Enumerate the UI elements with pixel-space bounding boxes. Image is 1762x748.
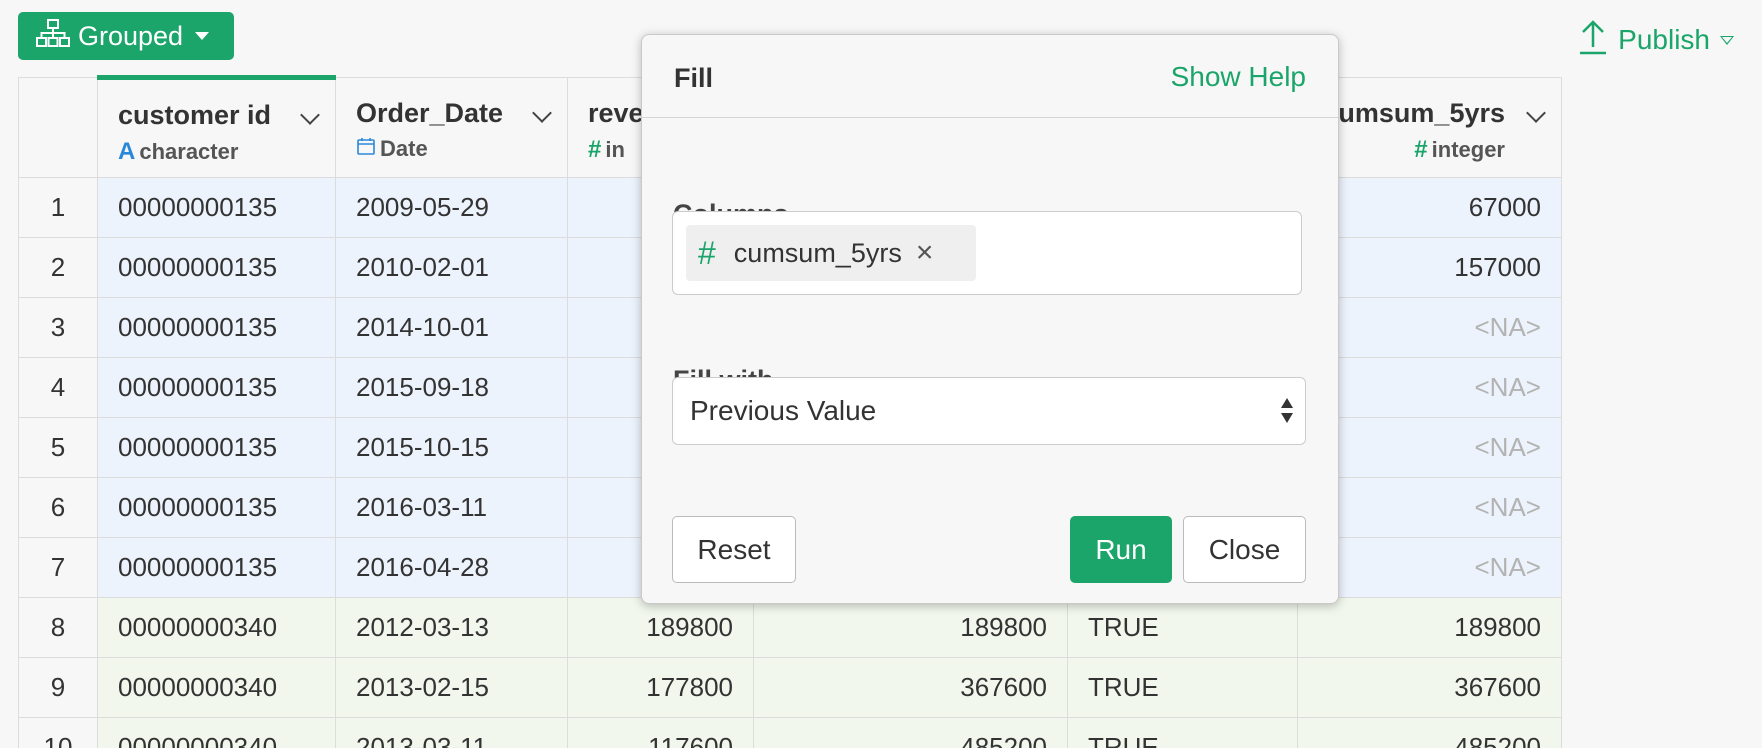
reset-button[interactable]: Reset [672, 516, 796, 583]
column-type-label: in [605, 137, 625, 162]
columns-select[interactable]: # cumsum_5yrs × [672, 211, 1302, 295]
cell-order-date: 2013-03-11 [335, 717, 568, 748]
cell-flag: TRUE [1067, 717, 1298, 748]
integer-type-icon: # [1414, 136, 1428, 163]
column-name: umsum_5yrs [1338, 98, 1505, 128]
grouped-label: Grouped [78, 20, 184, 51]
dialog-divider [642, 117, 1338, 118]
cell-order-date: 2016-04-28 [335, 537, 568, 598]
caret-down-icon [195, 32, 210, 40]
table-row: 10 00000000340 2013-03-11 117600 485200 TRUE 4… [18, 717, 1562, 748]
cell-flag: TRUE [1067, 657, 1298, 718]
row-number: 3 [18, 297, 98, 358]
select-arrows-icon [1281, 398, 1293, 426]
fill-with-select[interactable]: Previous Value [672, 377, 1306, 445]
chevron-down-icon[interactable] [300, 105, 320, 125]
row-number: 10 [18, 717, 98, 748]
caret-down-outline-icon [1720, 35, 1734, 45]
cell-customer-id: 00000000135 [97, 297, 336, 358]
selected-column-name: cumsum_5yrs [733, 237, 902, 268]
cell-customer-id: 00000000135 [97, 357, 336, 418]
column-type: # integer [1414, 136, 1505, 164]
cell-cumsum-5yrs: 189800 [1297, 597, 1562, 658]
selected-column-chip: # cumsum_5yrs × [686, 225, 976, 281]
grouped-button[interactable]: Grouped [18, 12, 234, 60]
cell-cumsum: 367600 [753, 657, 1068, 718]
dialog-title: Fill [674, 63, 713, 93]
cell-customer-id: 00000000135 [97, 177, 336, 238]
close-button[interactable]: Close [1183, 516, 1306, 583]
cell-customer-id: 00000000135 [97, 477, 336, 538]
column-name: reve [588, 98, 644, 128]
column-type-label: character [139, 139, 239, 164]
cell-revenue: 177800 [567, 657, 754, 718]
cell-order-date: 2013-02-15 [335, 657, 568, 718]
cell-order-date: 2015-10-15 [335, 417, 568, 478]
calendar-icon [356, 136, 376, 162]
cell-order-date: 2012-03-13 [335, 597, 568, 658]
cell-order-date: 2014-10-01 [335, 297, 568, 358]
table-row: 8 00000000340 2012-03-13 189800 189800 TRUE 18… [18, 597, 1562, 658]
hierarchy-icon [36, 18, 70, 54]
row-number: 7 [18, 537, 98, 598]
chevron-down-icon[interactable] [1526, 103, 1546, 123]
row-number-header [18, 77, 98, 178]
remove-icon[interactable]: × [916, 236, 934, 270]
cell-order-date: 2016-03-11 [335, 477, 568, 538]
run-button[interactable]: Run [1070, 516, 1172, 583]
row-number: 9 [18, 657, 98, 718]
cell-order-date: 2009-05-29 [335, 177, 568, 238]
column-type: Date [356, 136, 428, 162]
row-number: 2 [18, 237, 98, 298]
row-number: 8 [18, 597, 98, 658]
fill-dialog: Fill Show Help Columns # cumsum_5yrs × F… [641, 34, 1339, 604]
column-header-customer-id[interactable]: customer id A character [97, 75, 336, 178]
publish-label: Publish [1618, 24, 1710, 55]
cell-order-date: 2010-02-01 [335, 237, 568, 298]
publish-button[interactable]: Publish [1578, 18, 1734, 62]
integer-type-icon: # [698, 234, 716, 271]
fill-with-value: Previous Value [690, 395, 877, 426]
row-number: 5 [18, 417, 98, 478]
cell-customer-id: 00000000340 [97, 717, 336, 748]
cell-order-date: 2015-09-18 [335, 357, 568, 418]
show-help-link[interactable]: Show Help [1171, 61, 1306, 93]
column-name: customer id [118, 100, 272, 130]
cell-flag: TRUE [1067, 597, 1298, 658]
column-name: Order_Date [356, 98, 504, 128]
column-header-order-date[interactable]: Order_Date Date [335, 77, 568, 178]
cell-cumsum: 485200 [753, 717, 1068, 748]
column-type-label: integer [1431, 137, 1505, 162]
cell-customer-id: 00000000135 [97, 237, 336, 298]
integer-type-icon: # [588, 136, 602, 163]
cell-revenue: 189800 [567, 597, 754, 658]
column-type: # in [588, 136, 625, 164]
row-number: 6 [18, 477, 98, 538]
chevron-down-icon[interactable] [532, 103, 552, 123]
row-number: 4 [18, 357, 98, 418]
column-type-label: Date [380, 136, 428, 161]
character-type-icon: A [118, 138, 136, 165]
row-number: 1 [18, 177, 98, 238]
cell-revenue: 117600 [567, 717, 754, 748]
cell-customer-id: 00000000340 [97, 597, 336, 658]
upload-icon [1578, 19, 1608, 62]
cell-cumsum: 189800 [753, 597, 1068, 658]
cell-customer-id: 00000000135 [97, 417, 336, 478]
column-type: A character [118, 138, 238, 166]
table-row: 9 00000000340 2013-02-15 177800 367600 TRUE 36… [18, 657, 1562, 718]
cell-customer-id: 00000000340 [97, 657, 336, 718]
cell-cumsum-5yrs: 485200 [1297, 717, 1562, 748]
cell-customer-id: 00000000135 [97, 537, 336, 598]
cell-cumsum-5yrs: 367600 [1297, 657, 1562, 718]
